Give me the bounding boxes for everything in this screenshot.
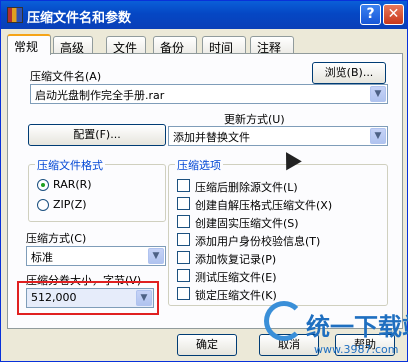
browse-button[interactable]: 浏览(B)...: [312, 62, 386, 84]
option-solid-archive-label[interactable]: 创建固实压缩文件(S): [195, 215, 299, 231]
chevron-down-icon[interactable]: ▼: [148, 248, 164, 264]
chevron-down-icon[interactable]: ▼: [370, 86, 386, 102]
option-test-archive-label[interactable]: 测试压缩文件(E): [195, 269, 277, 285]
checkbox-create-sfx[interactable]: [177, 197, 190, 210]
tab-backup[interactable]: 备份: [153, 36, 197, 55]
tab-comment[interactable]: 注释: [250, 36, 294, 55]
option-delete-after-label[interactable]: 压缩后删除源文件(L): [195, 179, 298, 195]
watermark-logo-icon: [264, 301, 304, 341]
tab-advanced[interactable]: 高级: [53, 36, 93, 55]
close-button[interactable]: ✕: [383, 4, 404, 25]
checkbox-authenticity[interactable]: [177, 233, 190, 246]
tab-time[interactable]: 时间: [202, 36, 246, 55]
archive-format-title: 压缩文件格式: [35, 157, 105, 173]
radio-rar-label[interactable]: RAR(R): [53, 178, 92, 191]
archiving-options-title: 压缩选项: [175, 157, 223, 173]
update-mode-select[interactable]: 添加并替换文件 ▼: [168, 126, 388, 146]
watermark: 统一下载站 www.3987.com: [264, 301, 408, 362]
update-mode-value: 添加并替换文件: [173, 131, 250, 144]
option-recovery-record-label[interactable]: 添加恢复记录(P): [195, 251, 276, 267]
highlight-annotation-box: [17, 281, 159, 315]
checkbox-delete-after[interactable]: [177, 179, 190, 192]
archive-format-group: 压缩文件格式 RAR(R) ZIP(Z): [28, 157, 166, 222]
compression-method-select[interactable]: 标准 ▼: [26, 246, 166, 266]
watermark-url: www.3987.com: [314, 343, 399, 356]
checkbox-test-archive[interactable]: [177, 269, 190, 282]
dialog-window: 压缩文件名和参数 ? ✕ 常规 高级 文件 备份 时间 注释 压缩文件名(A) …: [0, 0, 408, 362]
checkbox-solid-archive[interactable]: [177, 215, 190, 228]
radio-zip-label[interactable]: ZIP(Z): [53, 198, 87, 211]
window-title: 压缩文件名和参数: [27, 11, 132, 26]
profiles-button[interactable]: 配置(F)...: [28, 124, 166, 146]
watermark-text: 统一下载站: [306, 313, 408, 341]
compression-method-value: 标准: [31, 251, 53, 264]
option-create-sfx-label[interactable]: 创建自解压格式压缩文件(X): [195, 197, 332, 213]
help-title-button[interactable]: ?: [360, 4, 381, 25]
archive-name-value: 启动光盘制作完全手册.rar: [35, 89, 165, 102]
tab-strip: 常规 高级 文件 备份 时间 注释: [7, 34, 403, 55]
title-bar[interactable]: 压缩文件名和参数 ? ✕: [1, 1, 407, 29]
tab-files[interactable]: 文件: [106, 36, 146, 55]
tab-general[interactable]: 常规: [7, 34, 51, 55]
checkbox-lock-archive[interactable]: [177, 287, 190, 300]
radio-selected-dot: [41, 183, 45, 187]
ok-button[interactable]: 确定: [177, 334, 237, 356]
update-mode-label: 更新方式(U): [224, 113, 285, 126]
radio-rar[interactable]: [37, 179, 49, 191]
archive-name-label: 压缩文件名(A): [30, 70, 102, 83]
checkbox-recovery-record[interactable]: [177, 251, 190, 264]
radio-zip[interactable]: [37, 199, 49, 211]
archive-name-combobox[interactable]: 启动光盘制作完全手册.rar ▼: [30, 84, 388, 104]
compression-method-label: 压缩方式(C): [26, 232, 87, 245]
chevron-down-icon[interactable]: ▼: [370, 128, 386, 144]
archiving-options-group: 压缩选项 压缩后删除源文件(L) 创建自解压格式压缩文件(X) 创建固实压缩文件…: [168, 157, 388, 306]
winrar-app-icon: [7, 7, 23, 23]
option-authenticity-label[interactable]: 添加用户身份校验信息(T): [195, 233, 320, 249]
